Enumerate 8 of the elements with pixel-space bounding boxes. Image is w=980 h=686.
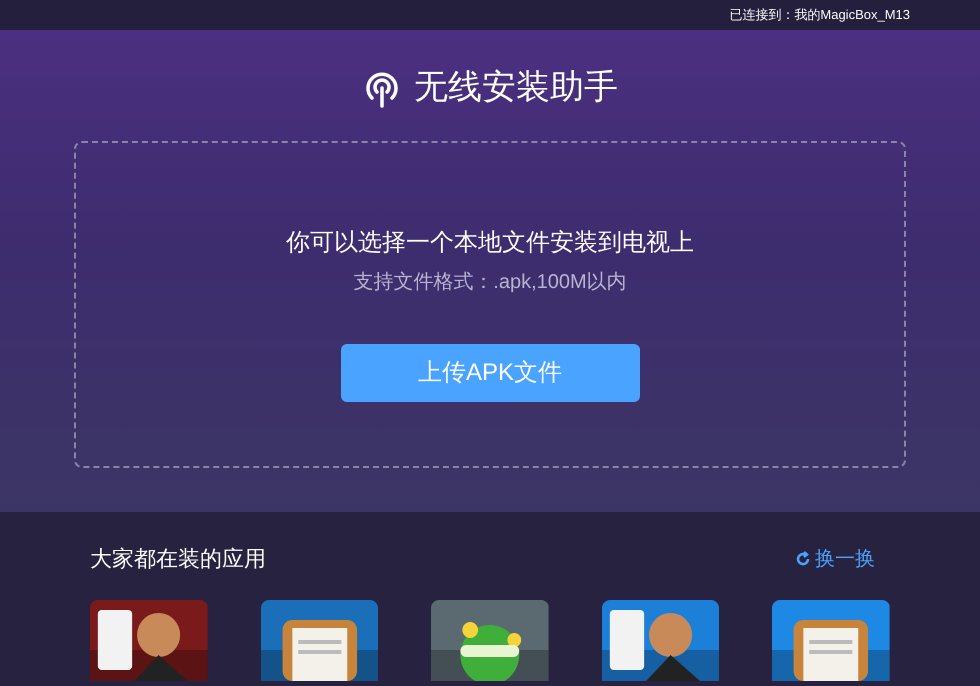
refresh-icon [795, 550, 811, 566]
refresh-button[interactable]: 换一换 [795, 544, 875, 574]
app-title: 无线安装助手 [414, 67, 618, 108]
upload-message: 你可以选择一个本地文件安装到电视上 [286, 228, 694, 258]
upload-drop-zone[interactable]: 你可以选择一个本地文件安装到电视上 支持文件格式：.apk,100M以内 上传APK文件 [74, 141, 906, 468]
section-title: 大家都在装的应用 [90, 545, 266, 573]
format-hint: 支持文件格式：.apk,100M以内 [353, 270, 627, 295]
connection-status: 已连接到：我的MagicBox_M13 [729, 6, 910, 24]
